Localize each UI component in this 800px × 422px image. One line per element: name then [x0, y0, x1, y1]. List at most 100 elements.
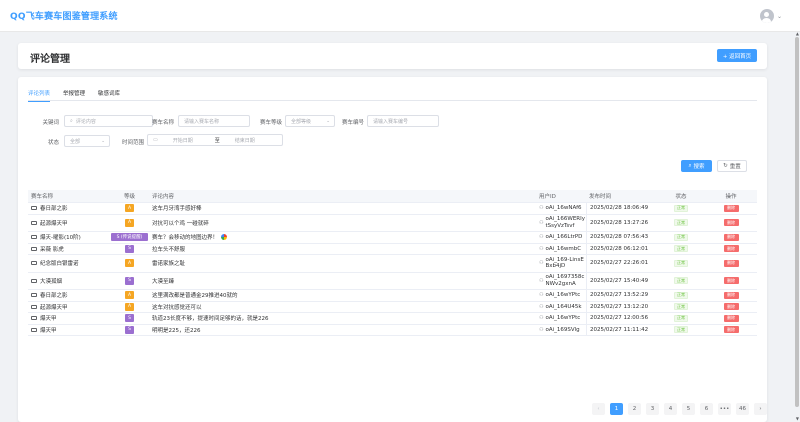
user-id-cell: ⚇ oAi_16wYPtc	[539, 315, 581, 322]
time-cell: 2025/02/27 12:00:56	[586, 313, 657, 324]
status-select[interactable]: 全部 ⌄	[64, 135, 110, 147]
app-title: QQ飞车赛车图鉴管理系统	[10, 12, 118, 22]
car-name-cell: 大漠孤烟	[28, 277, 111, 285]
col-car-name: 赛车名称	[31, 194, 54, 200]
delete-button[interactable]: 删除	[723, 259, 739, 267]
status-badge: 正常	[674, 219, 688, 227]
delete-button[interactable]: 删除	[723, 303, 739, 311]
scroll-down-icon[interactable]: ▼	[796, 416, 799, 421]
start-date-field[interactable]: 开始日期	[173, 137, 213, 144]
grade-cell: S (传说提醒)	[111, 233, 148, 242]
end-date-field[interactable]: 结束日期	[235, 137, 255, 144]
user-id-cell: ⚇ oAi_166LtrPD	[539, 234, 583, 241]
car-grade-select[interactable]: 全部等级 ⌄	[285, 115, 335, 127]
status-badge: 正常	[674, 291, 688, 299]
car-name-cell: 起源爆天甲	[28, 219, 111, 227]
grade-badge: S	[125, 314, 134, 323]
user-icon: ⚇	[539, 277, 544, 284]
tab-report-management[interactable]: 举报管理	[63, 87, 85, 101]
back-home-button[interactable]: + 返回首页	[717, 49, 757, 62]
user-id-cell: ⚇ oAi_169-LinsEBxb4jD	[539, 256, 584, 270]
reset-button[interactable]: ↻ 重置	[717, 160, 747, 172]
page-button[interactable]: 2	[628, 403, 641, 415]
grade-badge: A	[125, 259, 134, 268]
page-button[interactable]: 6	[700, 403, 713, 415]
status-cell: 正常	[657, 219, 705, 227]
date-range-picker[interactable]: ▭ 开始日期 至 结束日期	[147, 134, 283, 146]
table-row: 爆天甲 S 轨道23长度不够，提速时间足够的话，就是226 ⚇ oAi_16wYPtc 2…	[28, 313, 757, 325]
user-id-cell: ⚇ oAi_164U45k	[539, 303, 582, 310]
col-status: 状态	[675, 194, 687, 200]
delete-button[interactable]: 删除	[723, 204, 739, 212]
page-button[interactable]: 5	[682, 403, 695, 415]
status-cell: 正常	[657, 204, 705, 212]
car-name-cell: 爆天-曜影(10阶)	[28, 233, 111, 241]
page-header: 评论管理 + 返回首页	[18, 43, 767, 69]
car-name-label: 赛车名称	[151, 120, 174, 126]
comment-cell: 拉车头不舒服	[152, 246, 186, 253]
status-badge: 正常	[674, 277, 688, 285]
tab-comment-list[interactable]: 评论列表	[28, 87, 51, 102]
car-name-input[interactable]: 请输入赛车名称	[178, 115, 250, 127]
grade-cell: A	[111, 291, 148, 300]
user-id-cell: ⚇ oAi_16wmbC	[539, 245, 582, 252]
tab-sensitive-words[interactable]: 敏感词库	[98, 87, 120, 101]
user-icon: ⚇	[539, 315, 544, 322]
search-button[interactable]: ⌕ 搜索	[681, 160, 712, 172]
time-cell: 2025/02/27 13:12:20	[586, 301, 657, 312]
next-page-button[interactable]: ›	[754, 403, 767, 415]
delete-button[interactable]: 删除	[723, 233, 739, 241]
delete-button[interactable]: 删除	[723, 326, 739, 334]
grade-cell: S	[111, 314, 148, 323]
car-name-cell: 爆天甲	[28, 326, 111, 334]
comment-cell: 明明是225，还226	[152, 327, 201, 334]
keyword-input[interactable]: ⌕ 评论内容	[64, 115, 153, 127]
delete-button[interactable]: 删除	[723, 314, 739, 322]
page-button[interactable]: 3	[646, 403, 659, 415]
status-cell: 正常	[657, 277, 705, 285]
delete-button[interactable]: 删除	[723, 219, 739, 227]
comment-cell: 大漠至臻	[152, 278, 175, 285]
time-cell: 2025/02/27 11:11:42	[586, 324, 657, 335]
scroll-up-icon[interactable]: ▲	[796, 31, 799, 36]
delete-button[interactable]: 删除	[723, 277, 739, 285]
table-row: 起源爆天甲 A 这车对抗感觉还可以 ⚇ oAi_164U45k 2025/02/27 13…	[28, 301, 757, 313]
status-cell: 正常	[657, 245, 705, 253]
page-button[interactable]: 4	[664, 403, 677, 415]
grade-cell: A	[111, 204, 148, 213]
col-content: 评论内容	[152, 194, 175, 200]
table-row: 采薇 影虎 S 拉车头不舒服 ⚇ oAi_16wmbC 2025/02/28 06:12:…	[28, 243, 757, 255]
status-badge: 正常	[674, 204, 688, 212]
search-icon: ⌕	[70, 118, 73, 124]
comment-table: 赛车名称 等级 评论内容 用户ID 发布时间 状态 操作 春日部之影 A 这车月牙湾…	[28, 190, 757, 336]
action-cell: 删除	[705, 259, 757, 267]
chevron-down-icon[interactable]: ⌄	[777, 13, 782, 20]
page-button[interactable]: 46	[736, 403, 749, 415]
table-row: 纪念版白银雷诺 A 雷诺家族之耻 ⚇ oAi_169-LinsEBxb4jD 2025/0…	[28, 255, 757, 273]
prev-page-button[interactable]: ‹	[592, 403, 605, 415]
page-button[interactable]: 1	[610, 403, 623, 415]
delete-button[interactable]: 删除	[723, 245, 739, 253]
table-row: 春日部之影 A 这里满改都是普通金29推进40就的 ⚇ oAi_16wYPtc 2025/…	[28, 290, 757, 302]
grade-cell: S	[111, 325, 148, 334]
car-no-input[interactable]: 请输入赛车编号	[367, 115, 439, 127]
table-body: 春日部之影 A 这车月牙湾手感好棒 ⚇ oAi_16wNAf6 2025/02/28 18…	[28, 203, 757, 336]
scroll-thumb[interactable]	[795, 37, 799, 407]
calendar-icon: ▭	[153, 137, 158, 143]
top-bar: QQ飞车赛车图鉴管理系统 ⌄	[0, 0, 800, 32]
page-button[interactable]: •••	[718, 403, 731, 415]
status-cell: 正常	[657, 326, 705, 334]
page-scrollbar[interactable]: ▲ ▼	[794, 31, 799, 421]
car-no-label: 赛车编号	[341, 120, 364, 126]
car-name-cell: 纪念版白银雷诺	[28, 259, 111, 267]
car-icon	[31, 278, 37, 283]
action-cell: 删除	[705, 219, 757, 227]
status-cell: 正常	[657, 291, 705, 299]
user-menu[interactable]: ⌄	[759, 9, 782, 23]
delete-button[interactable]: 删除	[723, 291, 739, 299]
user-icon: ⚇	[539, 303, 544, 310]
avatar[interactable]	[759, 9, 774, 23]
time-cell: 2025/02/27 22:26:01	[586, 255, 657, 272]
car-name-cell: 爆天甲	[28, 314, 111, 322]
time-cell: 2025/02/27 13:52:29	[586, 290, 657, 301]
